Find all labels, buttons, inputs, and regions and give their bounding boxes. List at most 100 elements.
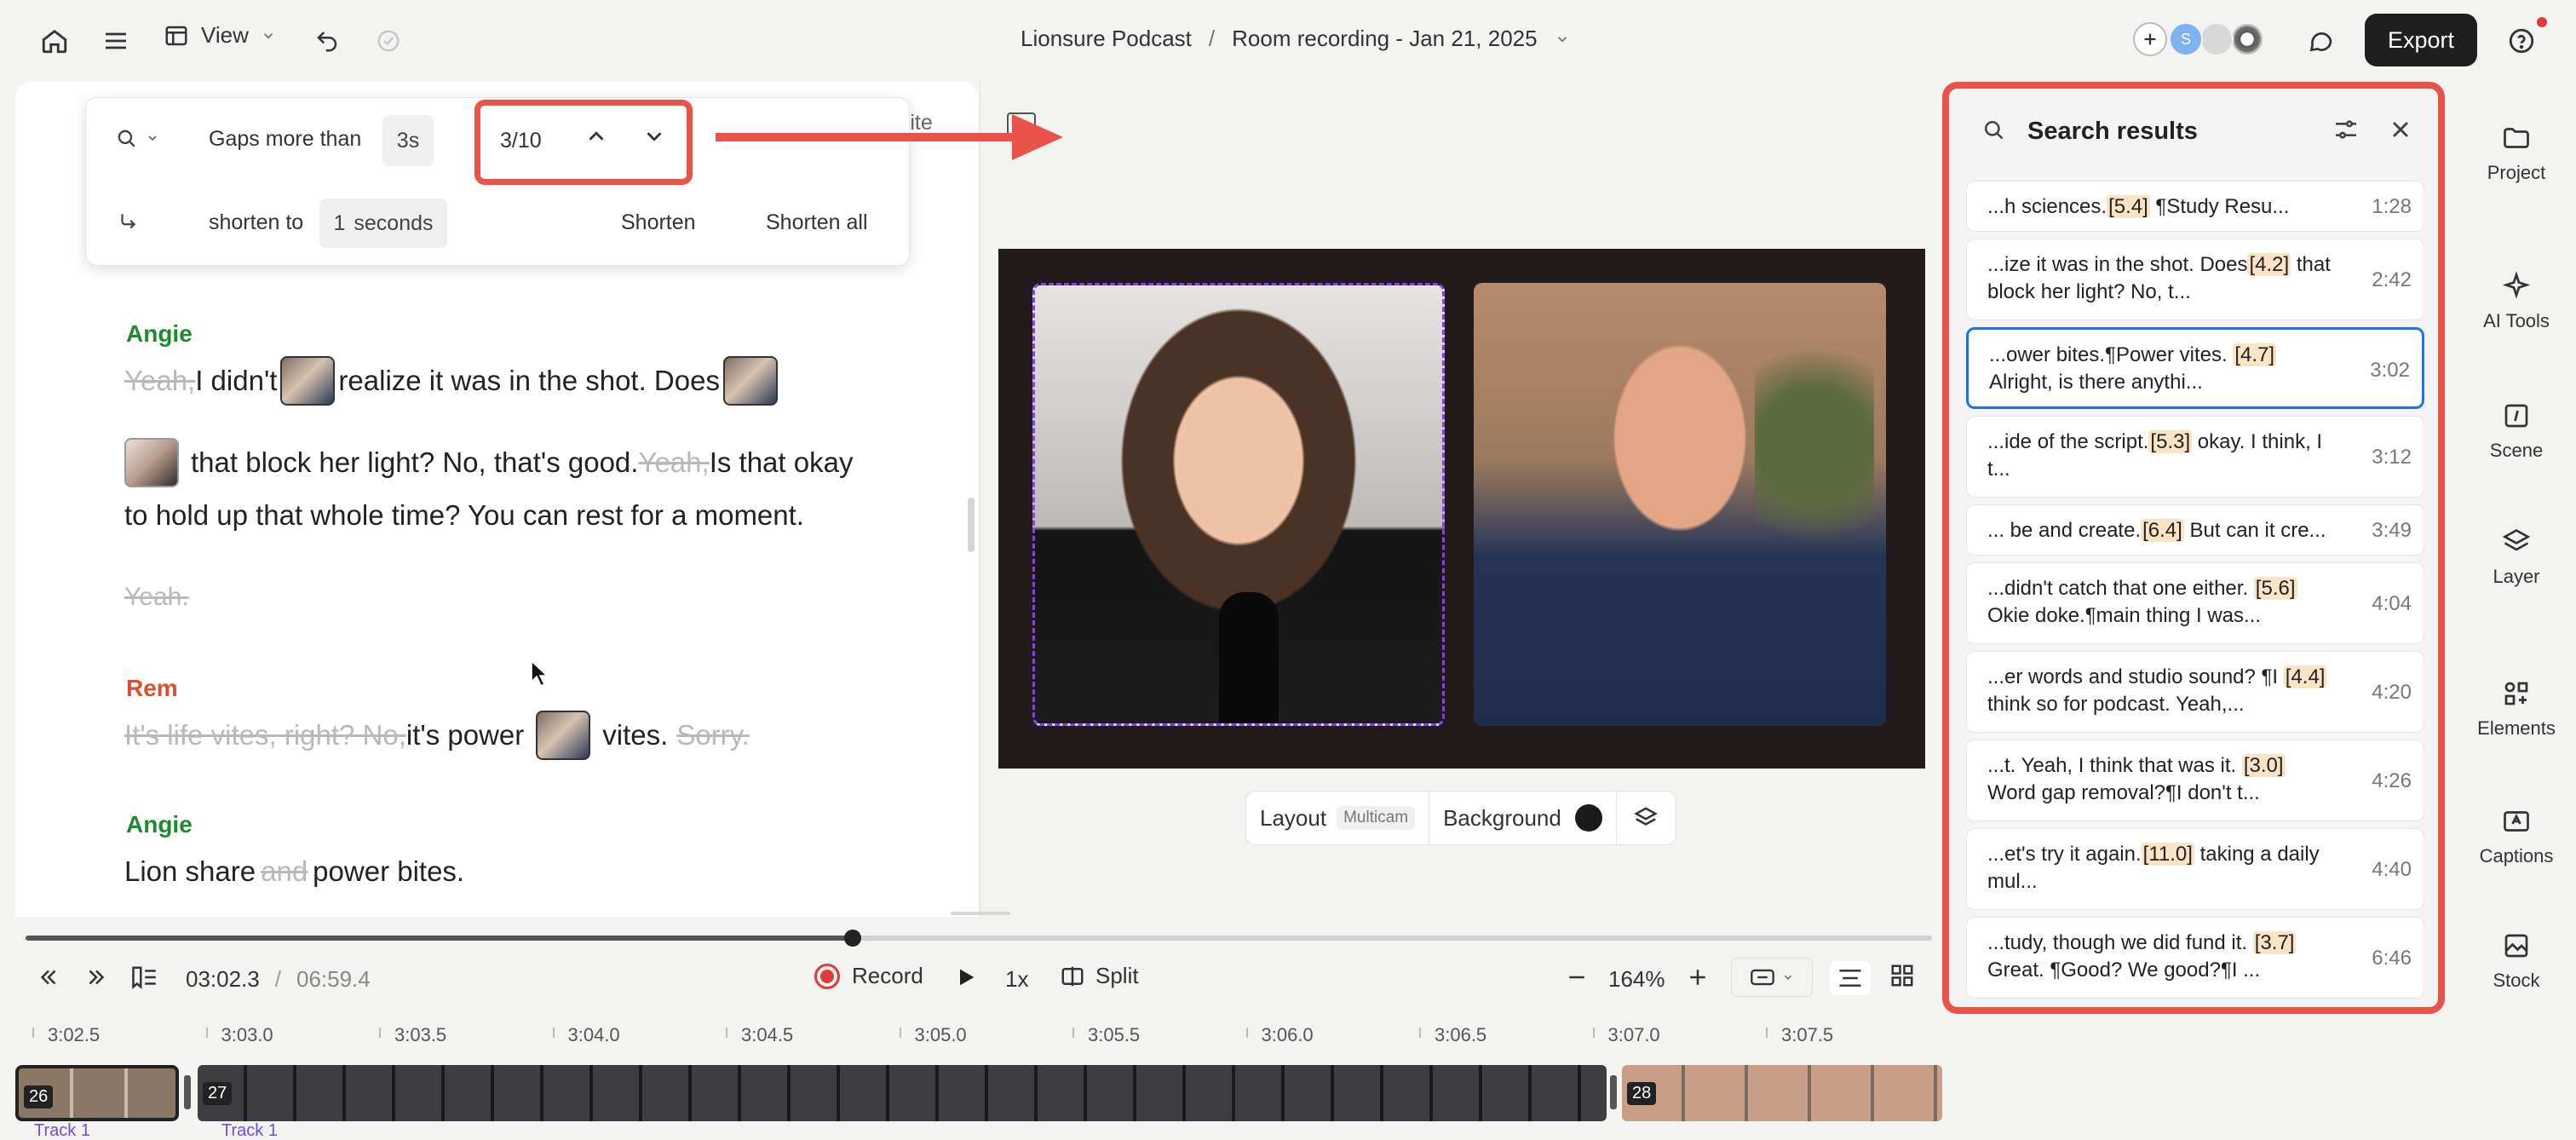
clip-handle[interactable] [1610, 1075, 1617, 1109]
add-collaborator-button[interactable] [2133, 22, 2167, 56]
undo-icon[interactable] [305, 19, 349, 63]
clip-26[interactable]: 26 [15, 1065, 179, 1121]
next-result-button[interactable] [641, 124, 667, 149]
gap-threshold-input[interactable]: 3s [382, 115, 434, 166]
search-result-item[interactable]: ...er words and studio sound? ¶I [4.4] t… [1966, 651, 2424, 733]
search-result-item[interactable]: ...et's try it again.[11.0] taking a dai… [1966, 828, 2424, 910]
transcript-line[interactable]: that block her light? No, that's good. Y… [124, 438, 853, 487]
transcript-text[interactable]: that block her light? No, that's good. [191, 446, 638, 479]
transcript-text[interactable]: it's power [406, 719, 524, 751]
search-result-item[interactable]: ...h sciences.[5.4] ¶Study Resu... 1:28 [1966, 181, 2424, 232]
play-button[interactable] [954, 964, 978, 990]
deleted-word[interactable]: Sorry. [676, 719, 750, 751]
video-preview[interactable] [998, 249, 1925, 769]
avatar[interactable]: S [2169, 22, 2203, 56]
avatar[interactable] [2230, 22, 2264, 56]
search-mode-dropdown[interactable] [115, 127, 159, 149]
result-snippet: ...didn't catch that one either. [5.6] O… [1987, 575, 2337, 630]
skip-back-icon[interactable] [36, 964, 61, 990]
rail-captions[interactable]: Captions [2457, 806, 2576, 867]
transcript-text[interactable]: vites. [602, 719, 668, 751]
zoom-in-icon[interactable] [1685, 964, 1711, 990]
snippet-text: Okie doke.¶main thing I was... [1987, 604, 2262, 627]
scrub-track[interactable] [26, 936, 1932, 941]
playhead-knob[interactable] [844, 930, 862, 947]
transcript-text[interactable]: to hold up that whole time? You can rest… [124, 499, 804, 532]
filter-settings-icon[interactable] [2332, 116, 2360, 143]
layers-icon[interactable] [1617, 805, 1676, 831]
rail-stock[interactable]: Stock [2457, 930, 2576, 992]
search-result-item[interactable]: ...t. Yeah, I think that was it. [3.0] W… [1966, 740, 2424, 821]
transcript-line[interactable]: Lion share and power bites. [124, 855, 464, 888]
deleted-word[interactable]: Yeah, [638, 446, 709, 479]
avatar[interactable] [2199, 22, 2234, 56]
shorten-button[interactable]: Shorten [621, 210, 696, 235]
skip-forward-icon[interactable] [83, 964, 109, 990]
close-icon[interactable] [2387, 116, 2414, 143]
rail-project[interactable]: Project [2457, 123, 2576, 184]
shorten-duration-input[interactable]: 1 seconds [319, 199, 447, 248]
gap-duration-tag: [3.7] [2252, 931, 2297, 954]
search-result-item[interactable]: ...ize it was in the shot. Does[4.2] tha… [1966, 239, 2424, 320]
rail-ai-tools[interactable]: AI Tools [2457, 271, 2576, 332]
timeline-fit-dropdown[interactable] [1731, 958, 1813, 997]
camera-feed-right[interactable] [1474, 283, 1886, 726]
comment-icon[interactable] [2298, 19, 2343, 63]
speaker-name[interactable]: Angie [126, 320, 193, 348]
layout-button[interactable]: Layout Multicam [1246, 792, 1430, 844]
speaker-name[interactable]: Rem [126, 675, 178, 702]
search-result-item[interactable]: ...ide of the script.[5.3] okay. I think… [1966, 416, 2424, 498]
zoom-out-icon[interactable] [1564, 964, 1590, 990]
search-result-item[interactable]: ...ower bites.¶Power vites. [4.7] Alrigh… [1966, 327, 2424, 409]
project-name[interactable]: Lionsure Podcast [1021, 26, 1192, 52]
transcript-text[interactable]: Lion share [124, 855, 256, 888]
home-icon[interactable] [32, 19, 77, 63]
resize-handle[interactable] [968, 498, 975, 552]
transcript-text[interactable]: I didn't [195, 365, 277, 397]
bookmarks-icon[interactable] [129, 964, 158, 990]
scene-thumbnail[interactable] [722, 356, 778, 406]
transcript-text[interactable]: power bites. [313, 855, 464, 888]
split-button[interactable]: Split [1060, 963, 1139, 989]
camera-feed-left[interactable] [1032, 283, 1445, 726]
view-label: View [201, 22, 249, 48]
shorten-all-button[interactable]: Shorten all [766, 210, 868, 235]
search-result-item[interactable]: ...tudy, though we did fund it. [3.7] Gr… [1966, 917, 2424, 999]
search-result-item[interactable]: ... be and create.[6.4] But can it cre..… [1966, 504, 2424, 556]
clip-28[interactable]: 28 [1622, 1065, 1942, 1121]
scene-thumbnail[interactable] [124, 438, 179, 487]
rail-scene[interactable]: Scene [2457, 400, 2576, 462]
transcript-line[interactable]: It's life vites, right? No, it's power v… [124, 711, 750, 760]
playback-speed[interactable]: 1x [1005, 966, 1028, 993]
deleted-word[interactable]: Yeah, [124, 365, 195, 397]
view-menu[interactable]: View [164, 22, 276, 49]
deleted-word[interactable]: and [261, 855, 308, 888]
deleted-word[interactable]: It's life vites, right? No, [124, 719, 406, 751]
recording-name[interactable]: Room recording - Jan 21, 2025 [1232, 26, 1537, 52]
help-icon[interactable] [2499, 19, 2544, 63]
transcript-text[interactable]: Is that okay [710, 446, 854, 479]
menu-icon[interactable] [94, 19, 138, 63]
rail-layer[interactable]: Layer [2457, 527, 2576, 588]
grid-view-icon[interactable] [1889, 963, 1915, 988]
clip-27[interactable]: 27 [198, 1065, 1607, 1121]
record-button[interactable]: Record [814, 963, 923, 989]
clip-number: 28 [1627, 1082, 1657, 1105]
deleted-word[interactable]: Yeah. [124, 583, 189, 612]
panel-resize-handle[interactable] [951, 912, 1010, 915]
transcript-text[interactable]: realize it was in the shot. Does [338, 365, 720, 397]
timeline-ruler[interactable]: 3:02.5 3:03.0 3:03.5 3:04.0 3:04.5 3:05.0 3:05… [0, 1012, 1946, 1046]
chevron-down-icon[interactable] [1555, 32, 1570, 47]
scene-thumbnail[interactable] [536, 711, 591, 760]
rail-elements[interactable]: Elements [2457, 678, 2576, 740]
ruler-tick-label: 3:05.5 [1088, 1024, 1141, 1045]
export-button[interactable]: Export [2365, 14, 2477, 66]
transcript-line[interactable]: Yeah, I didn't realize it was in the sho… [124, 356, 781, 406]
previous-result-button[interactable] [584, 124, 609, 149]
background-button[interactable]: Background [1429, 792, 1617, 844]
list-view-icon[interactable] [1830, 961, 1871, 995]
clip-handle[interactable] [184, 1075, 191, 1109]
scene-thumbnail[interactable] [280, 356, 336, 406]
search-result-item[interactable]: ...didn't catch that one either. [5.6] O… [1966, 562, 2424, 644]
speaker-name[interactable]: Angie [126, 811, 193, 838]
